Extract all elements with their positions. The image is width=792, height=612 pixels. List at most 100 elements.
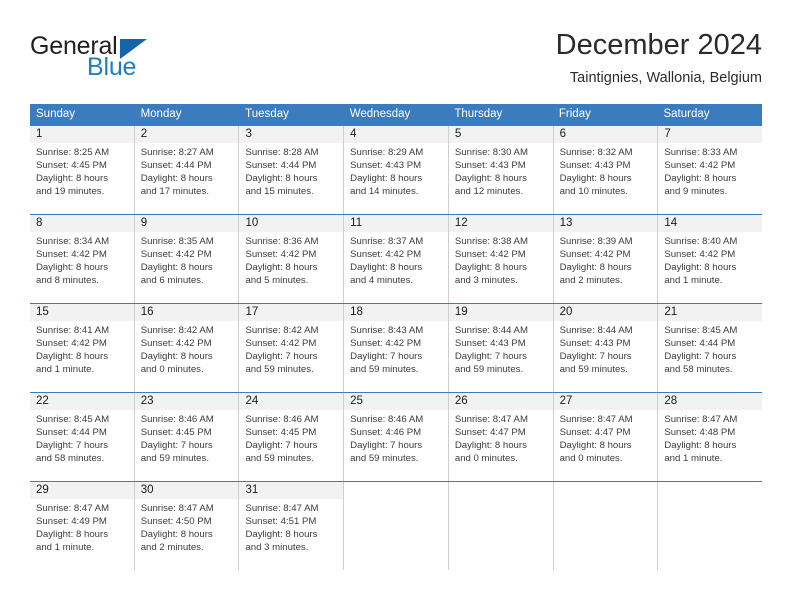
- calendar-grid: Sunday Monday Tuesday Wednesday Thursday…: [30, 104, 763, 570]
- day-number: 10: [245, 217, 259, 229]
- calendar-day-cell[interactable]: 27 Sunrise: 8:47 AM Sunset: 4:47 PM Dayligh…: [552, 393, 658, 481]
- sunset-time: Sunset: 4:42 PM: [559, 249, 631, 261]
- day-details: Sunrise: 8:46 AM Sunset: 4:45 PM Daylight:…: [135, 410, 239, 465]
- sunset-time: Sunset: 4:43 PM: [559, 338, 631, 350]
- calendar-day-cell[interactable]: 21 Sunrise: 8:45 AM Sunset: 4:44 PM Dayligh…: [657, 304, 763, 392]
- calendar-day-cell[interactable]: 3 Sunrise: 8:28 AM Sunset: 4:44 PM Daylight…: [238, 126, 344, 214]
- day-number: 13: [559, 217, 573, 229]
- calendar-day-cell[interactable]: 9 Sunrise: 8:35 AM Sunset: 4:42 PM Daylight…: [133, 215, 239, 303]
- day-number-band: 21: [658, 304, 763, 321]
- calendar-week-row: 15 Sunrise: 8:41 AM Sunset: 4:42 PM Dayligh…: [30, 303, 763, 392]
- daylight-duration-line2: and 9 minutes.: [664, 186, 728, 198]
- calendar-page: General Blue December 2024 Taintignies, …: [0, 0, 792, 612]
- calendar-day-cell[interactable]: 29 Sunrise: 8:47 AM Sunset: 4:49 PM Dayligh…: [30, 482, 134, 570]
- sunrise-time: Sunrise: 8:41 AM: [36, 325, 110, 336]
- calendar-day-cell[interactable]: 24 Sunrise: 8:46 AM Sunset: 4:45 PM Dayligh…: [238, 393, 344, 481]
- calendar-day-cell[interactable]: 19 Sunrise: 8:44 AM Sunset: 4:43 PM Dayligh…: [447, 304, 553, 392]
- day-details: [658, 499, 762, 502]
- sunset-time: Sunset: 4:50 PM: [140, 516, 212, 528]
- daylight-duration-line1: Daylight: 7 hours: [36, 440, 108, 452]
- day-number: 16: [140, 306, 154, 318]
- day-details: Sunrise: 8:38 AM Sunset: 4:42 PM Daylight:…: [449, 232, 553, 287]
- daylight-duration-line1: Daylight: 8 hours: [140, 173, 213, 185]
- daylight-duration-line1: Daylight: 8 hours: [559, 173, 632, 185]
- daylight-duration-line2: and 3 minutes.: [245, 542, 309, 554]
- daylight-duration-line2: and 5 minutes.: [245, 275, 309, 287]
- day-number-band: 25: [344, 393, 448, 410]
- sunrise-time: Sunrise: 8:47 AM: [454, 414, 528, 425]
- calendar-day-cell[interactable]: 26 Sunrise: 8:47 AM Sunset: 4:47 PM Dayligh…: [447, 393, 553, 481]
- daylight-duration-line2: and 0 minutes.: [140, 364, 204, 376]
- daylight-duration-line1: Daylight: 7 hours: [140, 440, 213, 452]
- sunrise-time: Sunrise: 8:30 AM: [454, 147, 528, 158]
- day-number: 15: [36, 306, 49, 318]
- day-number: 3: [245, 128, 252, 140]
- general-blue-logo[interactable]: General Blue: [30, 32, 260, 90]
- calendar-day-cell[interactable]: 8 Sunrise: 8:34 AM Sunset: 4:42 PM Daylight…: [30, 215, 134, 303]
- calendar-day-cell[interactable]: 10 Sunrise: 8:36 AM Sunset: 4:42 PM Dayligh…: [238, 215, 344, 303]
- calendar-day-cell[interactable]: 15 Sunrise: 8:41 AM Sunset: 4:42 PM Dayligh…: [30, 304, 134, 392]
- daylight-duration-line1: Daylight: 8 hours: [664, 173, 737, 185]
- title-block: December 2024 Taintignies, Wallonia, Bel…: [556, 28, 762, 88]
- calendar-day-cell[interactable]: 28 Sunrise: 8:47 AM Sunset: 4:48 PM Dayligh…: [657, 393, 763, 481]
- sunrise-time: Sunrise: 8:47 AM: [36, 503, 110, 514]
- daylight-duration-line2: and 2 minutes.: [559, 275, 623, 287]
- day-number-band: 6: [553, 126, 658, 143]
- day-number: 7: [664, 128, 671, 140]
- calendar-day-cell[interactable]: 11 Sunrise: 8:37 AM Sunset: 4:42 PM Dayligh…: [343, 215, 448, 303]
- calendar-day-cell[interactable]: 18 Sunrise: 8:43 AM Sunset: 4:42 PM Dayligh…: [343, 304, 448, 392]
- calendar-day-cell[interactable]: 31 Sunrise: 8:47 AM Sunset: 4:51 PM Dayligh…: [238, 482, 344, 570]
- sunset-time: Sunset: 4:42 PM: [36, 249, 107, 261]
- daylight-duration-line2: and 1 minute.: [36, 542, 95, 554]
- day-details: Sunrise: 8:46 AM Sunset: 4:46 PM Daylight:…: [344, 410, 448, 465]
- day-number: 29: [36, 484, 49, 496]
- daylight-duration-line2: and 3 minutes.: [454, 275, 518, 287]
- calendar-day-cell[interactable]: 13 Sunrise: 8:39 AM Sunset: 4:42 PM Dayligh…: [552, 215, 658, 303]
- daylight-duration-line2: and 19 minutes.: [36, 186, 105, 198]
- calendar-week-row: 8 Sunrise: 8:34 AM Sunset: 4:42 PM Daylight…: [30, 214, 763, 303]
- sunset-time: Sunset: 4:42 PM: [36, 338, 107, 350]
- sunset-time: Sunset: 4:44 PM: [36, 427, 107, 439]
- sunset-time: Sunset: 4:43 PM: [454, 338, 526, 350]
- daylight-duration-line2: and 8 minutes.: [36, 275, 99, 287]
- daylight-duration-line2: and 17 minutes.: [140, 186, 209, 198]
- calendar-day-cell[interactable]: 25 Sunrise: 8:46 AM Sunset: 4:46 PM Dayligh…: [343, 393, 448, 481]
- daylight-duration-line1: Daylight: 8 hours: [36, 529, 108, 541]
- calendar-day-cell[interactable]: 20 Sunrise: 8:44 AM Sunset: 4:43 PM Dayligh…: [552, 304, 658, 392]
- day-number: 5: [454, 128, 462, 140]
- day-details: Sunrise: 8:37 AM Sunset: 4:42 PM Daylight:…: [344, 232, 448, 287]
- daylight-duration-line2: and 0 minutes.: [559, 453, 623, 465]
- calendar-week-row: 1 Sunrise: 8:25 AM Sunset: 4:45 PM Daylight…: [30, 125, 763, 214]
- calendar-day-cell[interactable]: 6 Sunrise: 8:32 AM Sunset: 4:43 PM Daylight…: [552, 126, 658, 214]
- calendar-day-cell[interactable]: 12 Sunrise: 8:38 AM Sunset: 4:42 PM Dayligh…: [447, 215, 553, 303]
- day-details: Sunrise: 8:25 AM Sunset: 4:45 PM Daylight:…: [30, 143, 134, 198]
- day-number: 30: [140, 484, 154, 496]
- sunset-time: Sunset: 4:42 PM: [664, 160, 736, 172]
- sunrise-time: Sunrise: 8:42 AM: [245, 325, 319, 336]
- daylight-duration-line2: and 59 minutes.: [245, 364, 314, 376]
- calendar-day-cell[interactable]: 14 Sunrise: 8:40 AM Sunset: 4:42 PM Dayligh…: [657, 215, 763, 303]
- calendar-day-cell[interactable]: 30 Sunrise: 8:47 AM Sunset: 4:50 PM Dayligh…: [133, 482, 239, 570]
- sunset-time: Sunset: 4:46 PM: [350, 427, 422, 439]
- sunset-time: Sunset: 4:45 PM: [245, 427, 317, 439]
- calendar-day-cell[interactable]: 5 Sunrise: 8:30 AM Sunset: 4:43 PM Daylight…: [447, 126, 553, 214]
- calendar-day-cell[interactable]: 1 Sunrise: 8:25 AM Sunset: 4:45 PM Daylight…: [30, 126, 134, 214]
- calendar-day-cell[interactable]: 23 Sunrise: 8:46 AM Sunset: 4:45 PM Dayligh…: [133, 393, 239, 481]
- calendar-day-cell[interactable]: 2 Sunrise: 8:27 AM Sunset: 4:44 PM Daylight…: [133, 126, 239, 214]
- calendar-day-cell[interactable]: 16 Sunrise: 8:42 AM Sunset: 4:42 PM Dayligh…: [133, 304, 239, 392]
- day-details: Sunrise: 8:47 AM Sunset: 4:48 PM Daylight:…: [658, 410, 762, 465]
- day-number: 21: [664, 306, 678, 318]
- calendar-day-cell[interactable]: 17 Sunrise: 8:42 AM Sunset: 4:42 PM Dayligh…: [238, 304, 344, 392]
- daylight-duration-line2: and 1 minute.: [36, 364, 95, 376]
- calendar-day-cell[interactable]: 7 Sunrise: 8:33 AM Sunset: 4:42 PM Daylight…: [657, 126, 763, 214]
- calendar-day-cell[interactable]: 22 Sunrise: 8:45 AM Sunset: 4:44 PM Dayligh…: [30, 393, 134, 481]
- sunrise-time: Sunrise: 8:38 AM: [454, 236, 528, 247]
- sunset-time: Sunset: 4:43 PM: [350, 160, 422, 172]
- sunset-time: Sunset: 4:49 PM: [36, 516, 107, 528]
- calendar-day-cell[interactable]: 4 Sunrise: 8:29 AM Sunset: 4:43 PM Daylight…: [343, 126, 448, 214]
- sunrise-time: Sunrise: 8:34 AM: [36, 236, 110, 247]
- day-number-band: 28: [658, 393, 763, 410]
- sunrise-time: Sunrise: 8:45 AM: [36, 414, 110, 425]
- day-number-band: 19: [448, 304, 553, 321]
- daylight-duration-line2: and 58 minutes.: [664, 364, 733, 376]
